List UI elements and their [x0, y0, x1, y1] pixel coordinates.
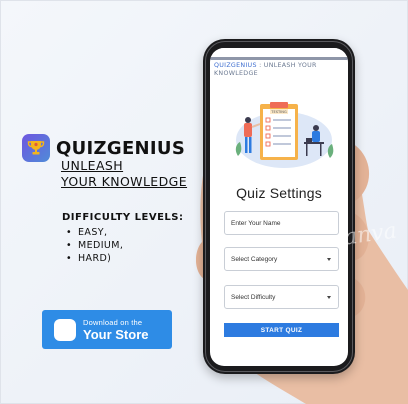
- chevron-down-icon: [327, 258, 331, 261]
- store-button-text: Download on the Your Store: [83, 318, 149, 342]
- phone-screen: QUIZGENIUS : UNLEASH YOUR KNOWLEDGE TEST…: [210, 48, 348, 366]
- download-store-button[interactable]: Download on the Your Store: [42, 310, 172, 349]
- testing-illustration: TESTING: [235, 102, 334, 168]
- category-select-label: Select Category: [231, 255, 278, 263]
- difficulty-levels-title: DIFFICULTY LEVELS:: [62, 212, 184, 223]
- trophy-icon: [27, 141, 45, 155]
- app-header-brand: QUIZGENIUS: [214, 62, 257, 69]
- start-quiz-button[interactable]: START QUIZ: [224, 323, 339, 337]
- illustration-label: TESTING: [270, 110, 287, 114]
- name-input-placeholder: Enter Your Name: [231, 219, 281, 227]
- store-button-small-label: Download on the: [83, 317, 143, 327]
- tagline-line-2: YOUR KNOWLEDGE: [61, 174, 188, 189]
- difficulty-level-item: EASY,: [66, 226, 123, 239]
- difficulty-select-label: Select Difficulty: [231, 293, 276, 301]
- tagline-line-1: UNLEASH: [61, 158, 124, 173]
- app-top-bar: [210, 57, 348, 60]
- app-header: QUIZGENIUS : UNLEASH YOUR KNOWLEDGE: [214, 62, 342, 77]
- chevron-down-icon: [327, 296, 331, 299]
- difficulty-level-item: HARD): [66, 252, 123, 265]
- category-select[interactable]: Select Category: [224, 247, 339, 271]
- store-app-icon: [54, 318, 76, 341]
- name-input[interactable]: Enter Your Name: [224, 211, 339, 235]
- difficulty-levels-list: EASY, MEDIUM, HARD): [66, 226, 123, 265]
- difficulty-select[interactable]: Select Difficulty: [224, 285, 339, 309]
- quiz-settings-title: Quiz Settings: [236, 185, 322, 201]
- app-logo: [22, 134, 50, 162]
- tagline: UNLEASH YOUR KNOWLEDGE: [61, 158, 187, 190]
- difficulty-level-item: MEDIUM,: [66, 239, 123, 252]
- store-button-big-label: Your Store: [83, 326, 149, 342]
- status-bar: [210, 48, 348, 57]
- brand-name: QUIZGENIUS: [56, 137, 186, 159]
